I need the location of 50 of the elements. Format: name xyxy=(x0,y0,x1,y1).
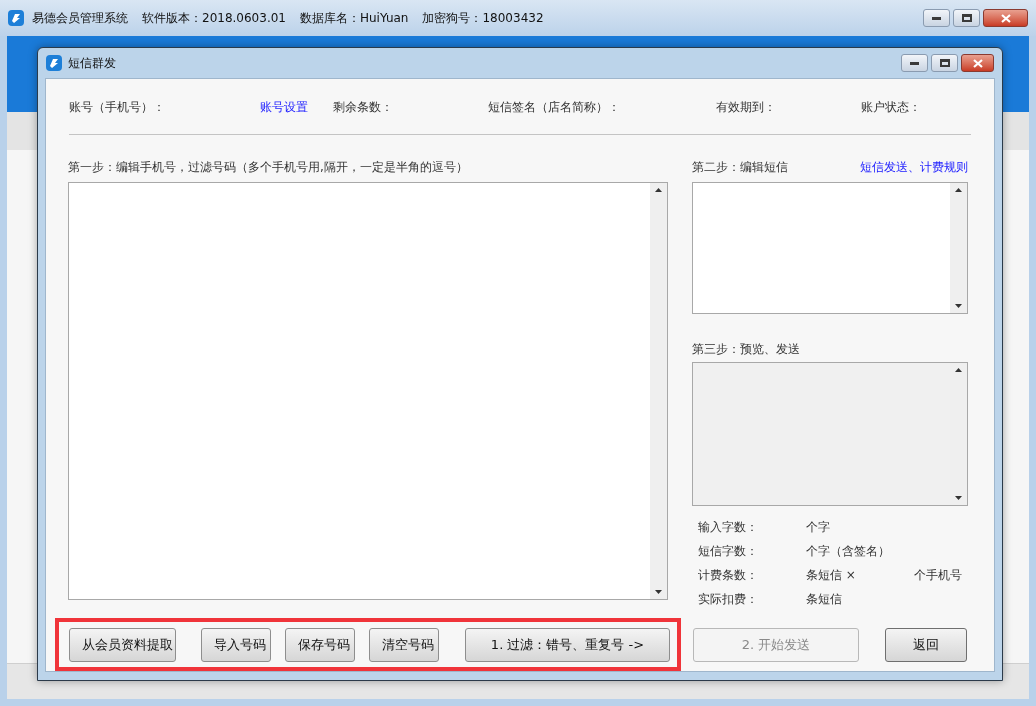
account-settings-link[interactable]: 账号设置 xyxy=(260,97,333,116)
action-button[interactable]: 1. 过滤：错号、重复号 -> xyxy=(465,627,670,662)
close-icon xyxy=(1000,13,1011,23)
info-label: 短信签名（店名简称）： xyxy=(488,98,621,116)
scroll-up-icon[interactable] xyxy=(955,368,962,372)
phone-number-field[interactable] xyxy=(68,182,668,600)
stat-label: 短信字数： xyxy=(698,543,759,560)
stat-unit: 条短信 × xyxy=(806,567,857,584)
window-title: 加密狗号：18003432 xyxy=(422,10,544,27)
scrollbar[interactable] xyxy=(950,183,967,313)
minimize-button[interactable] xyxy=(901,54,928,72)
message-field[interactable] xyxy=(692,182,968,314)
info-label: 账户状态： xyxy=(861,98,922,116)
action-button[interactable]: 导入号码 xyxy=(201,627,271,662)
window-title: 易德会员管理系统 xyxy=(32,10,128,27)
info-label: 账号（手机号）： xyxy=(69,98,166,116)
action-button[interactable]: 保存号码 xyxy=(285,627,355,662)
step-label: 第二步：编辑短信 xyxy=(692,159,788,176)
maximize-button[interactable] xyxy=(953,9,980,27)
app-logo-icon xyxy=(8,10,24,26)
stat-unit: 个手机号 xyxy=(914,567,962,584)
stat-unit: 个字 xyxy=(806,519,831,536)
scroll-up-icon[interactable] xyxy=(655,188,662,192)
scroll-down-icon[interactable] xyxy=(655,590,662,594)
info-label: 有效期到： xyxy=(716,98,777,116)
app-logo-icon xyxy=(46,55,62,71)
scroll-down-icon[interactable] xyxy=(955,496,962,500)
action-button[interactable]: 清空号码 xyxy=(369,627,439,662)
close-button[interactable] xyxy=(983,9,1028,27)
window-title: 软件版本：2018.0603.01 xyxy=(142,10,286,27)
scroll-up-icon[interactable] xyxy=(955,188,962,192)
maximize-button[interactable] xyxy=(931,54,958,72)
close-button[interactable] xyxy=(961,54,994,72)
step-label: 第三步：预览、发送 xyxy=(692,341,801,358)
stat-unit: 条短信 xyxy=(806,591,843,608)
window-title: 数据库名：HuiYuan xyxy=(300,10,409,27)
billing-rules-link[interactable]: 短信发送、计费规则 xyxy=(860,158,968,182)
info-label: 剩余条数： xyxy=(333,98,394,116)
close-icon xyxy=(972,58,983,68)
scroll-down-icon[interactable] xyxy=(955,304,962,308)
action-button[interactable]: 返回 xyxy=(885,627,967,662)
step-label: 第一步：编辑手机号，过滤号码（多个手机号用,隔开，一定是半角的逗号） xyxy=(68,159,469,176)
scrollbar[interactable] xyxy=(650,183,667,599)
dialog-title: 短信群发 xyxy=(68,55,116,72)
minimize-button[interactable] xyxy=(923,9,950,27)
stat-label: 计费条数： xyxy=(698,567,759,584)
stat-label: 实际扣费： xyxy=(698,591,759,608)
action-button[interactable]: 从会员资料提取 xyxy=(69,627,176,662)
stat-unit: 个字（含签名） xyxy=(806,543,891,560)
stat-label: 输入字数： xyxy=(698,519,759,536)
